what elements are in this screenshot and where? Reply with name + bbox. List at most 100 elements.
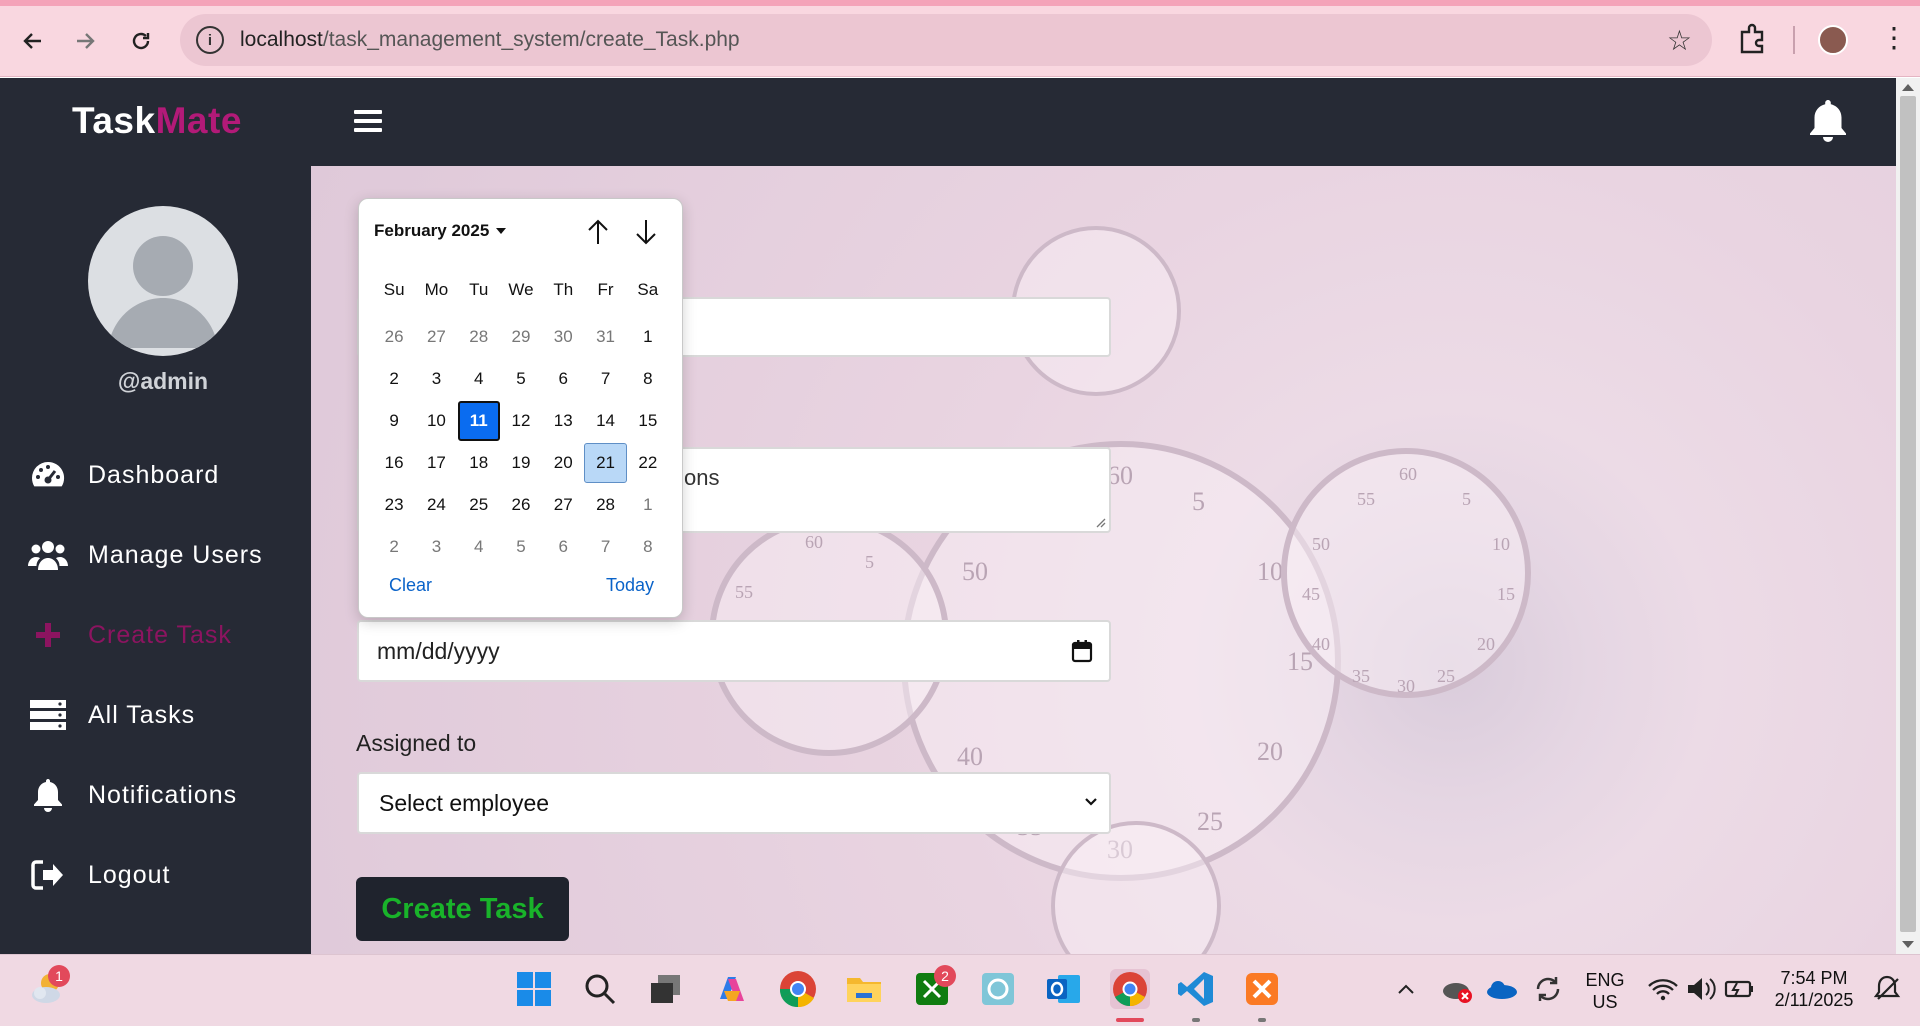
calendar-day[interactable]: 2 [373, 359, 415, 399]
outlook-icon[interactable] [1044, 969, 1084, 1009]
search-icon[interactable] [580, 969, 620, 1009]
logo-task: Task [72, 100, 156, 141]
sidebar-item-dashboard[interactable]: Dashboard [28, 453, 219, 497]
scroll-down-arrow-icon[interactable] [1902, 941, 1914, 948]
calendar-day[interactable]: 28 [584, 485, 626, 525]
next-month-arrow-icon[interactable] [633, 217, 659, 247]
calendar-day[interactable]: 18 [458, 443, 500, 483]
calendar-day[interactable]: 25 [458, 485, 500, 525]
calendar-day[interactable]: 13 [542, 401, 584, 441]
sidebar-item-logout[interactable]: Logout [28, 853, 170, 897]
calendar-day[interactable]: 9 [373, 401, 415, 441]
calendar-day[interactable]: 3 [415, 527, 457, 567]
scrollbar-thumb[interactable] [1900, 96, 1916, 932]
sidebar-item-manage-users[interactable]: Manage Users [28, 533, 263, 577]
vscode-icon[interactable] [1176, 969, 1216, 1009]
calendar-day[interactable]: 26 [373, 317, 415, 357]
clock[interactable]: 7:54 PM 2/11/2025 [1764, 967, 1864, 1011]
show-hidden-icons-chevron-icon[interactable] [1394, 969, 1418, 1009]
profile-avatar[interactable] [1818, 25, 1848, 55]
calendar-day[interactable]: 6 [542, 527, 584, 567]
resize-handle-icon[interactable] [1094, 516, 1106, 528]
back-button[interactable] [14, 22, 52, 60]
calendar-day[interactable]: 1 [627, 485, 669, 525]
calendar-day[interactable]: 10 [415, 401, 457, 441]
start-menu-icon[interactable] [514, 969, 554, 1009]
calendar-day[interactable]: 24 [415, 485, 457, 525]
wifi-icon[interactable] [1646, 969, 1680, 1009]
file-explorer-icon[interactable] [844, 969, 884, 1009]
calendar-day[interactable]: 12 [500, 401, 542, 441]
calendar-day[interactable]: 16 [373, 443, 415, 483]
calendar-day[interactable]: 3 [415, 359, 457, 399]
create-task-button[interactable]: Create Task [356, 877, 569, 941]
language-indicator[interactable]: ENG US [1582, 969, 1628, 1013]
calendar-day[interactable]: 30 [542, 317, 584, 357]
volume-icon[interactable] [1684, 969, 1718, 1009]
sync-icon[interactable] [1528, 969, 1568, 1009]
calendar-day-today[interactable]: 11 [457, 401, 500, 441]
calendar-day[interactable]: 28 [458, 317, 500, 357]
onedrive-icon[interactable] [1482, 969, 1522, 1009]
calendar-day[interactable]: 29 [500, 317, 542, 357]
xampp-icon[interactable] [1242, 969, 1282, 1009]
site-info-icon[interactable]: i [196, 26, 224, 54]
sidebar-item-all-tasks[interactable]: All Tasks [28, 693, 195, 737]
address-bar[interactable]: i localhost/task_management_system/creat… [180, 14, 1712, 66]
bell-icon [28, 777, 68, 813]
calendar-day[interactable]: 20 [542, 443, 584, 483]
cloud-sync-error-icon[interactable] [1438, 969, 1478, 1009]
calendar-day[interactable]: 17 [415, 443, 457, 483]
calendar-day-selected[interactable]: 21 [584, 443, 627, 483]
previous-month-arrow-icon[interactable] [585, 217, 611, 247]
task-view-icon[interactable] [646, 969, 686, 1009]
bookmark-star-icon[interactable]: ☆ [1667, 24, 1692, 57]
url-text[interactable]: localhost/task_management_system/create_… [240, 28, 740, 52]
calendar-day[interactable]: 7 [584, 359, 626, 399]
forward-button[interactable] [66, 22, 104, 60]
photos-app-icon[interactable] [978, 969, 1018, 1009]
month-year-selector[interactable]: February 2025 [374, 221, 507, 241]
browser-menu-icon[interactable]: ⋮ [1880, 24, 1908, 52]
calendar-day[interactable]: 4 [458, 359, 500, 399]
username-label: @admin [117, 368, 209, 394]
calendar-day[interactable]: 27 [415, 317, 457, 357]
sidebar-item-create-task[interactable]: Create Task [28, 613, 232, 657]
calendar-day[interactable]: 1 [627, 317, 669, 357]
calendar-day[interactable]: 8 [627, 359, 669, 399]
menu-toggle-icon[interactable] [354, 110, 382, 132]
calendar-icon[interactable] [1071, 639, 1093, 663]
notification-bell-icon[interactable] [1806, 97, 1850, 145]
dashboard-icon [28, 457, 68, 493]
app-logo[interactable]: TaskMate [72, 100, 242, 142]
calendar-day[interactable]: 7 [584, 527, 626, 567]
clear-date-button[interactable]: Clear [389, 575, 432, 596]
due-date-input[interactable]: mm/dd/yyyy [357, 620, 1111, 682]
chrome-icon[interactable] [778, 969, 818, 1009]
calendar-day[interactable]: 31 [584, 317, 626, 357]
copilot-icon[interactable] [712, 969, 752, 1009]
extensions-icon[interactable] [1736, 22, 1768, 56]
calendar-day[interactable]: 8 [627, 527, 669, 567]
calendar-day[interactable]: 2 [373, 527, 415, 567]
reload-button[interactable] [122, 22, 160, 60]
calendar-day[interactable]: 27 [542, 485, 584, 525]
calendar-day[interactable]: 5 [500, 359, 542, 399]
scroll-up-arrow-icon[interactable] [1902, 84, 1914, 91]
sidebar-item-notifications[interactable]: Notifications [28, 773, 237, 817]
today-button[interactable]: Today [606, 575, 654, 596]
calendar-day[interactable]: 22 [627, 443, 669, 483]
battery-icon[interactable] [1722, 969, 1756, 1009]
calendar-day[interactable]: 5 [500, 527, 542, 567]
calendar-day[interactable]: 19 [500, 443, 542, 483]
calendar-day[interactable]: 4 [458, 527, 500, 567]
page-scrollbar[interactable] [1896, 78, 1920, 954]
employee-select[interactable]: Select employee [357, 772, 1111, 834]
calendar-day[interactable]: 26 [500, 485, 542, 525]
calendar-day[interactable]: 6 [542, 359, 584, 399]
notification-center-icon[interactable] [1870, 969, 1904, 1009]
calendar-day[interactable]: 23 [373, 485, 415, 525]
chrome-active-icon[interactable] [1110, 969, 1150, 1009]
calendar-day[interactable]: 15 [627, 401, 669, 441]
calendar-day[interactable]: 14 [584, 401, 626, 441]
